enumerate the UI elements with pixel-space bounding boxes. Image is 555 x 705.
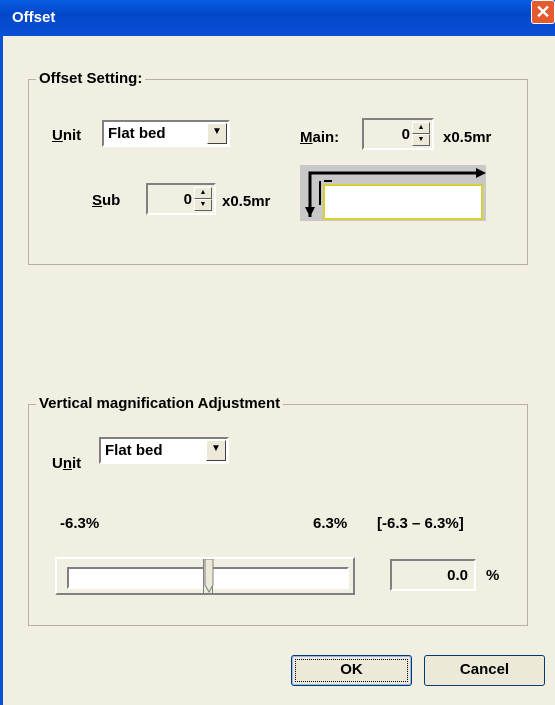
vertical-unit-select[interactable]: Flat bed ▼	[99, 437, 229, 464]
percent-label: %	[486, 567, 500, 584]
window-title: Offset	[12, 9, 56, 26]
main-offset-spinner[interactable]: 0 ▲ ▼	[362, 118, 434, 150]
sub-offset-value: 0	[183, 191, 192, 208]
vertical-unit-value: Flat bed	[105, 442, 163, 459]
close-button[interactable]: ✕	[531, 0, 555, 24]
cancel-button-label: Cancel	[459, 661, 510, 678]
focus-rect	[295, 659, 408, 682]
vertical-magnification-legend: Vertical magnification Adjustment	[36, 395, 284, 412]
main-unit-label: x0.5mr	[443, 129, 492, 146]
spin-arrows-icon[interactable]: ▲ ▼	[194, 187, 212, 211]
main-label: Main:	[300, 129, 340, 146]
window-border	[0, 36, 3, 705]
slider-max-label: 6.3%	[313, 515, 348, 532]
slider-thumb[interactable]	[203, 558, 214, 594]
chevron-down-icon[interactable]: ▼	[207, 123, 227, 144]
offset-unit-label: Unit	[52, 127, 82, 144]
offset-diagram	[300, 165, 486, 221]
chevron-down-icon[interactable]: ▼	[206, 440, 226, 461]
cancel-button[interactable]: Cancel	[424, 655, 545, 686]
vertical-unit-label: Unit	[52, 455, 82, 472]
slider-range-label: [-6.3 – 6.3%]	[377, 515, 464, 532]
magnification-slider[interactable]	[55, 557, 355, 595]
sub-label: Sub	[92, 192, 121, 209]
close-icon: ✕	[535, 2, 551, 22]
sub-offset-spinner[interactable]: 0 ▲ ▼	[146, 183, 216, 215]
offset-setting-legend: Offset Setting:	[36, 70, 146, 87]
title-bar: Offset	[0, 0, 555, 36]
spin-arrows-icon[interactable]: ▲ ▼	[412, 122, 430, 146]
slider-min-label: -6.3%	[60, 515, 100, 532]
main-offset-value: 0	[401, 126, 410, 143]
sub-unit-label: x0.5mr	[222, 193, 271, 210]
offset-direction-icon	[305, 168, 486, 220]
magnification-value: 0.0	[447, 567, 468, 584]
ok-button[interactable]: OK	[291, 655, 412, 686]
magnification-value-box: 0.0	[390, 559, 476, 591]
offset-unit-select[interactable]: Flat bed ▼	[102, 120, 230, 147]
offset-unit-value: Flat bed	[108, 125, 166, 142]
offset-dialog: Offset ✕ Offset Setting: Unit Flat bed ▼…	[0, 0, 555, 705]
